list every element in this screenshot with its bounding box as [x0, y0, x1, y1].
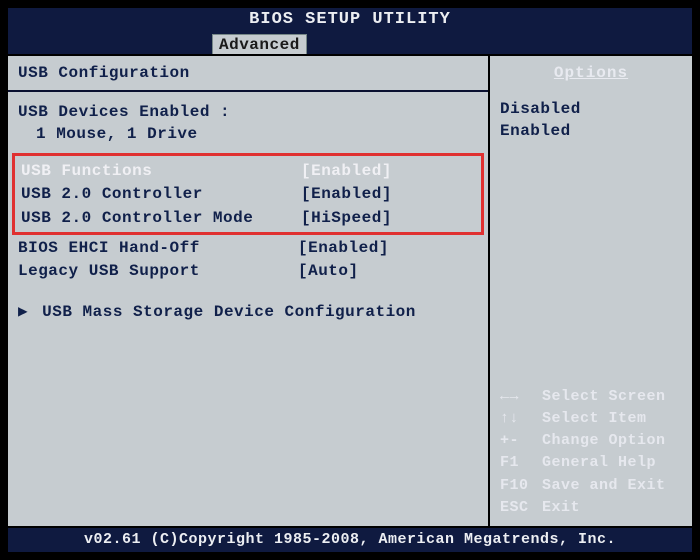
setting-usb20-controller-mode[interactable]: USB 2.0 Controller Mode [HiSpeed] — [21, 207, 475, 230]
help-key: F10 — [500, 476, 542, 496]
help-desc: Select Screen — [542, 387, 682, 407]
setting-label: USB 2.0 Controller Mode — [21, 207, 301, 230]
tab-row: Advanced — [8, 32, 692, 54]
app-title: BIOS SETUP UTILITY — [249, 10, 451, 29]
usb-status-line: 1 Mouse, 1 Drive — [18, 124, 478, 146]
option-enabled[interactable]: Enabled — [500, 120, 682, 142]
section-title: USB Configuration — [18, 64, 478, 82]
bios-window: BIOS SETUP UTILITY Advanced USB Configur… — [6, 6, 694, 554]
side-pane: Options Disabled Enabled ←→ Select Scree… — [490, 56, 692, 526]
content-row: USB Configuration USB Devices Enabled : … — [8, 54, 692, 528]
submenu-label: USB Mass Storage Device Configuration — [42, 303, 416, 321]
tab-advanced[interactable]: Advanced — [212, 34, 307, 54]
submenu-usb-mass-storage[interactable]: ▶ USB Mass Storage Device Configuration — [18, 301, 478, 321]
usb-status-block: USB Devices Enabled : 1 Mouse, 1 Drive — [18, 102, 478, 145]
tab-label: Advanced — [219, 36, 300, 54]
setting-label: BIOS EHCI Hand-Off — [18, 237, 298, 260]
help-desc: General Help — [542, 453, 682, 473]
setting-bios-ehci-handoff[interactable]: BIOS EHCI Hand-Off [Enabled] — [18, 237, 478, 260]
setting-value: [Enabled] — [301, 160, 411, 183]
help-key: ESC — [500, 498, 542, 518]
triangle-right-icon: ▶ — [18, 301, 32, 321]
help-desc: Change Option — [542, 431, 682, 451]
highlighted-settings: USB Functions [Enabled] USB 2.0 Controll… — [12, 153, 484, 235]
title-bar: BIOS SETUP UTILITY — [8, 8, 692, 32]
setting-label: Legacy USB Support — [18, 260, 298, 283]
help-desc: Select Item — [542, 409, 682, 429]
help-desc: Exit — [542, 498, 682, 518]
setting-label: USB 2.0 Controller — [21, 183, 301, 206]
setting-usb-functions[interactable]: USB Functions [Enabled] — [21, 160, 475, 183]
setting-value: [Enabled] — [301, 183, 411, 206]
setting-value: [Auto] — [298, 260, 408, 283]
setting-legacy-usb-support[interactable]: Legacy USB Support [Auto] — [18, 260, 478, 283]
help-key: ←→ — [500, 387, 542, 407]
footer: v02.61 (C)Copyright 1985-2008, American … — [8, 528, 692, 552]
option-list: Disabled Enabled — [500, 98, 682, 143]
setting-value: [Enabled] — [298, 237, 408, 260]
option-disabled[interactable]: Disabled — [500, 98, 682, 120]
options-header: Options — [500, 64, 682, 82]
help-key: F1 — [500, 453, 542, 473]
footer-text: v02.61 (C)Copyright 1985-2008, American … — [84, 531, 616, 548]
help-desc: Save and Exit — [542, 476, 682, 496]
main-pane: USB Configuration USB Devices Enabled : … — [8, 56, 490, 526]
help-key: ↑↓ — [500, 409, 542, 429]
setting-value: [HiSpeed] — [301, 207, 411, 230]
help-block: ←→ Select Screen ↑↓ Select Item +- Chang… — [500, 387, 682, 519]
setting-usb20-controller[interactable]: USB 2.0 Controller [Enabled] — [21, 183, 475, 206]
divider — [8, 90, 488, 92]
usb-status-heading: USB Devices Enabled : — [18, 102, 478, 124]
setting-label: USB Functions — [21, 160, 301, 183]
help-key: +- — [500, 431, 542, 451]
